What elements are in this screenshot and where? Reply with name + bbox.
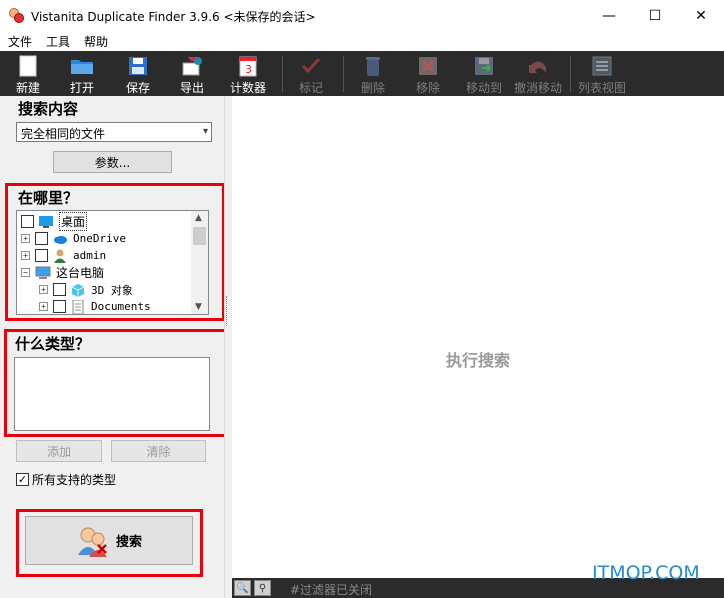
perform-search-placeholder: 执行搜索 xyxy=(445,351,510,370)
checkmark-icon xyxy=(301,57,321,74)
filter-icon[interactable]: ⚲ xyxy=(254,580,271,596)
add-type-button[interactable]: 添加 xyxy=(16,440,102,462)
expand-icon[interactable]: + xyxy=(39,285,48,294)
title-bar: Vistanita Duplicate Finder 3.9.6 <未保存的会话… xyxy=(0,0,724,31)
floppy-save-icon xyxy=(129,57,147,75)
computer-icon xyxy=(35,266,51,279)
panel-splitter[interactable] xyxy=(224,96,232,598)
search-people-icon xyxy=(77,527,107,557)
toolbar: 新建 打开 保存 导出 3 计数器 标记 删除 移除 移动到 撤消移动 列表视图 xyxy=(0,51,724,96)
open-button[interactable]: 打开 xyxy=(62,51,102,96)
tree-checkbox[interactable] xyxy=(21,215,34,228)
move-to-button[interactable]: 移动到 xyxy=(462,51,506,96)
tree-scrollbar[interactable]: ▲ ▼ xyxy=(191,211,208,314)
all-supported-types-checkbox[interactable]: ✓ 所有支持的类型 xyxy=(16,471,116,488)
menu-file[interactable]: 文件 xyxy=(8,33,32,50)
svg-text:3: 3 xyxy=(245,63,252,76)
move-to-icon xyxy=(475,57,493,75)
folder-tree[interactable]: 桌面 + OneDrive + admin − 这台电脑 + 3D 对象 + D… xyxy=(16,210,209,315)
expand-icon[interactable]: + xyxy=(39,302,48,311)
tree-checkbox[interactable] xyxy=(53,283,66,296)
remove-button[interactable]: 移除 xyxy=(410,51,446,96)
tree-item-documents[interactable]: + Documents xyxy=(39,298,151,314)
export-button[interactable]: 导出 xyxy=(172,51,212,96)
export-icon xyxy=(182,57,202,76)
delete-button[interactable]: 删除 xyxy=(355,51,391,96)
maximize-button[interactable]: ☐ xyxy=(632,0,678,31)
close-button[interactable]: ✕ xyxy=(678,0,724,31)
checkbox-checked-icon[interactable]: ✓ xyxy=(16,473,29,486)
tree-checkbox[interactable] xyxy=(35,232,48,245)
cloud-icon xyxy=(54,235,67,244)
tree-checkbox[interactable] xyxy=(53,300,66,313)
window-title: Vistanita Duplicate Finder 3.9.6 <未保存的会话… xyxy=(31,10,316,24)
menu-help[interactable]: 帮助 xyxy=(84,33,108,50)
counter-button[interactable]: 3 计数器 xyxy=(226,51,270,96)
search-button[interactable]: 搜索 xyxy=(25,516,193,565)
filter-status: #过滤器已关闭 xyxy=(290,583,373,597)
watermark: ITMOP.COM xyxy=(592,562,700,584)
document-icon xyxy=(72,299,84,314)
params-button[interactable]: 参数... xyxy=(53,151,172,173)
undo-move-button[interactable]: 撤消移动 xyxy=(512,51,564,96)
clear-types-button[interactable]: 清除 xyxy=(111,440,206,462)
search-content-title: 搜索内容 xyxy=(18,100,79,118)
scroll-thumb[interactable] xyxy=(193,227,206,245)
scroll-up-icon[interactable]: ▲ xyxy=(195,213,202,223)
splitter-grip[interactable] xyxy=(226,296,230,326)
results-area: 执行搜索 xyxy=(232,96,724,578)
new-button[interactable]: 新建 xyxy=(8,51,48,96)
tree-item-admin[interactable]: + admin xyxy=(21,247,106,264)
minimize-button[interactable]: — xyxy=(586,0,632,31)
menu-bar: 文件 工具 帮助 xyxy=(0,31,724,51)
save-button[interactable]: 保存 xyxy=(118,51,158,96)
list-view-icon xyxy=(592,56,612,76)
calendar-counter-icon: 3 xyxy=(239,56,257,77)
remove-x-icon xyxy=(419,57,437,75)
tree-item-3d-objects[interactable]: + 3D 对象 xyxy=(39,281,133,298)
scroll-down-icon[interactable]: ▼ xyxy=(195,302,202,312)
app-icon xyxy=(9,8,24,23)
user-icon xyxy=(54,249,66,263)
tree-item-this-pc[interactable]: − 这台电脑 xyxy=(21,264,104,281)
types-list[interactable] xyxy=(14,357,210,431)
tree-item-onedrive[interactable]: + OneDrive xyxy=(21,230,126,247)
folder-open-icon xyxy=(71,60,93,74)
desktop-icon xyxy=(39,215,53,228)
menu-tools[interactable]: 工具 xyxy=(46,33,70,50)
expand-icon[interactable]: + xyxy=(21,234,30,243)
chevron-down-icon: ▾ xyxy=(202,126,208,137)
where-title: 在哪里？ xyxy=(18,189,79,207)
list-view-button[interactable]: 列表视图 xyxy=(576,51,628,96)
undo-move-icon xyxy=(529,61,546,73)
search-mode-value: 完全相同的文件 xyxy=(21,127,106,141)
cube-3d-icon xyxy=(71,283,85,297)
collapse-icon[interactable]: − xyxy=(21,268,30,277)
new-doc-icon xyxy=(19,55,37,77)
tree-checkbox[interactable] xyxy=(35,249,48,262)
tree-item-desktop[interactable]: 桌面 xyxy=(21,212,88,231)
mark-button[interactable]: 标记 xyxy=(293,51,329,96)
search-mode-select[interactable]: 完全相同的文件 ▾ xyxy=(16,122,212,142)
left-panel: 搜索内容 完全相同的文件 ▾ 参数... 在哪里？ 桌面 + OneDrive … xyxy=(0,96,230,598)
search-icon[interactable]: 🔍 xyxy=(234,580,251,596)
types-title: 什么类型？ xyxy=(15,335,91,353)
trash-icon xyxy=(366,57,380,76)
expand-icon[interactable]: + xyxy=(21,251,30,260)
